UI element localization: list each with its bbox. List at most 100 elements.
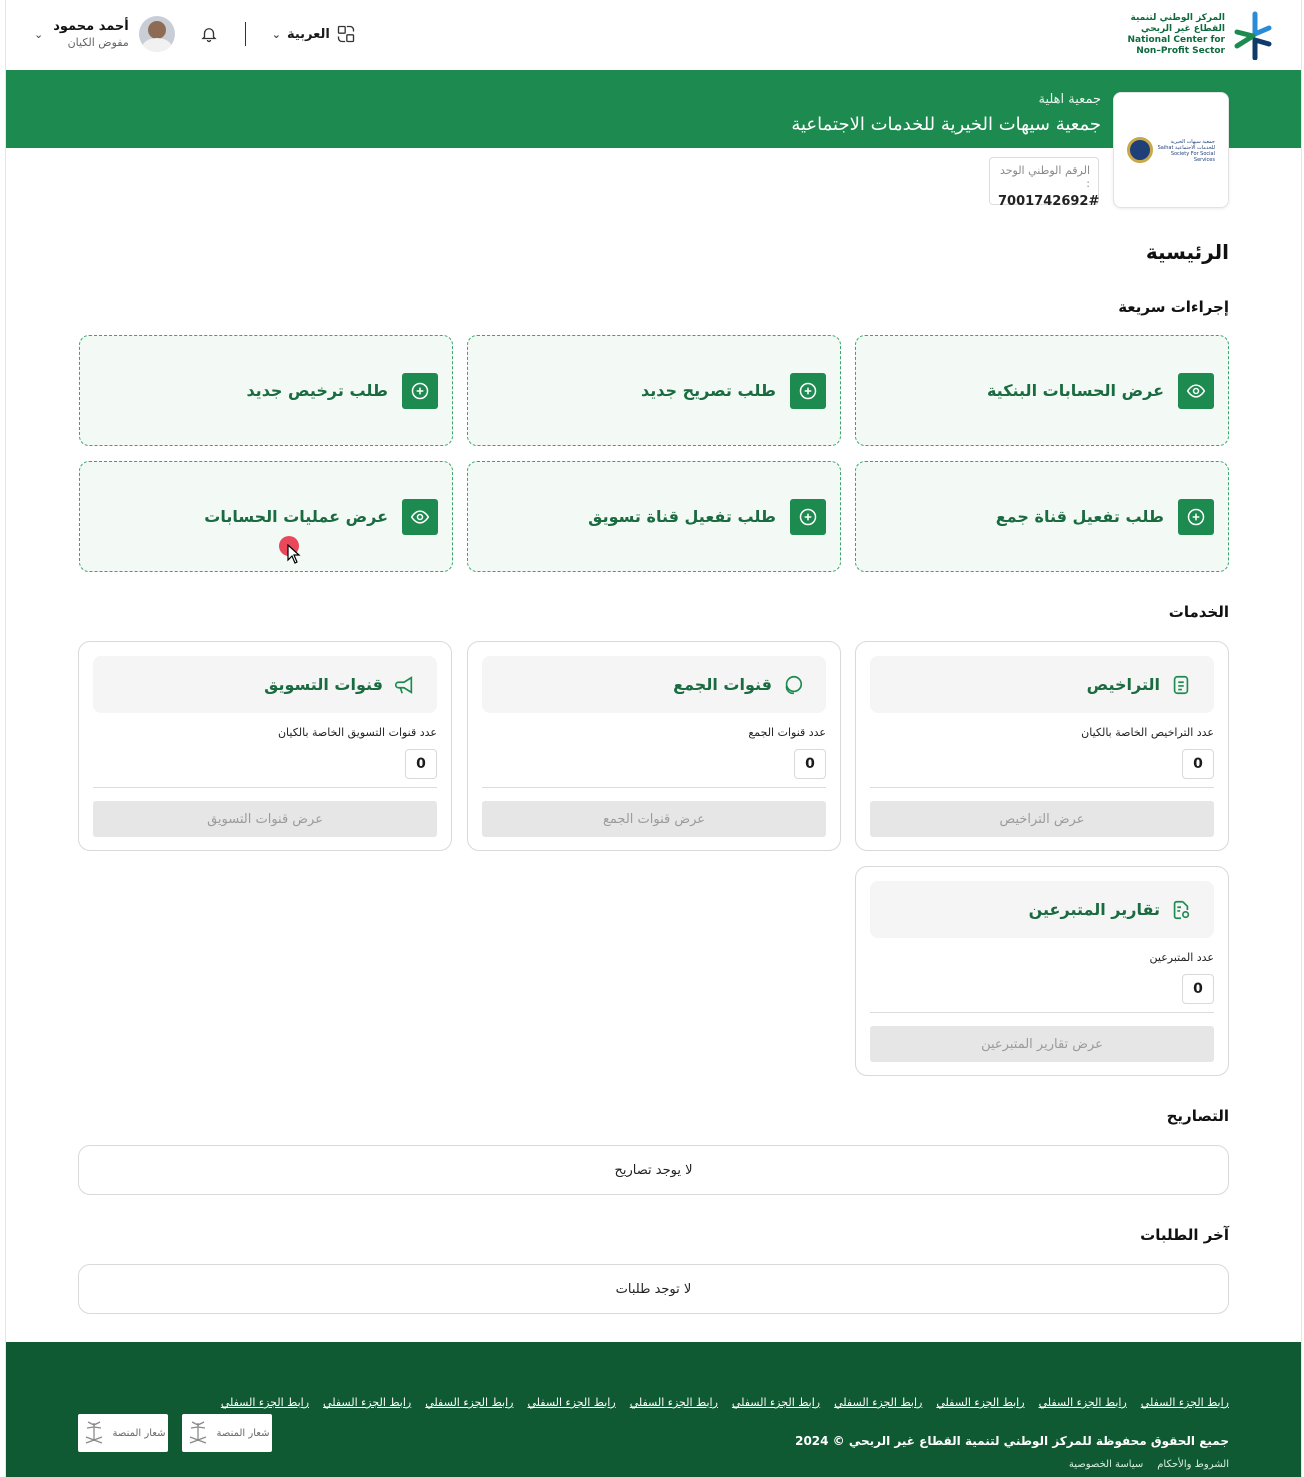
permits-empty-state: لا يوجد تصاريح [78,1145,1229,1195]
entity-name: جمعية سيهات الخيرية للخدمات الاجتماعية [791,114,1101,135]
divider [93,787,437,788]
user-name: أحمد محمود [53,19,129,34]
copyright: جميع الحقوق محفوظة للمركز الوطني لتنمية … [795,1434,1229,1448]
entity-logo: جمعية سيهات الخيرية للخدمات الاجتماعية S… [1113,92,1229,208]
avatar[interactable] [138,16,175,52]
quick-action-view-account-operations[interactable]: عرض عمليات الحسابات [79,461,453,572]
user-role: مفوض الكيان [67,36,129,49]
quick-action-label: طلب تفعيل قناة تسويق [588,507,776,526]
eye-icon [402,498,438,535]
quick-action-label: طلب تفعيل قناة جمع [995,507,1164,526]
palm-emblem-icon [189,1421,206,1444]
language-label: العربية [286,26,330,42]
plus-circle-icon [402,372,438,409]
view-collection-channels-button[interactable]: عرض قنوات الجمع [482,801,826,837]
service-count: 0 [1182,974,1214,1004]
quick-action-new-license[interactable]: طلب ترخيص جديد [79,335,453,446]
footer-link[interactable]: رابط الجزء السفلي [732,1396,820,1409]
palm-emblem-icon [85,1421,102,1444]
quick-actions-grid: عرض الحسابات البنكية طلب تصريح جديد طلب … [78,335,1229,572]
quick-actions-title: إجراءات سريعة [1118,298,1229,316]
megaphone-icon [394,675,413,694]
quick-action-label: عرض عمليات الحسابات [204,507,388,526]
entity-banner: جمعية اهلية جمعية سيهات الخيرية للخدمات … [6,70,1301,148]
footer-link[interactable]: رابط الجزء السفلي [221,1396,309,1409]
service-card-header: قنوات التسويق [93,656,437,713]
service-count-label: عدد التراخيص الخاصة بالكيان [1081,726,1214,739]
footer-link[interactable]: رابط الجزء السفلي [834,1396,922,1409]
entity-seal-icon [1127,137,1153,163]
footer-links: رابط الجزء السفلي رابط الجزء السفلي رابط… [221,1396,1229,1409]
service-card-header: تقارير المتبرعين [870,881,1214,938]
service-card-header: قنوات الجمع [482,656,826,713]
requests-empty-state: لا توجد طلبات [78,1264,1229,1314]
national-id-value: 7001742692# [998,194,1100,209]
permits-title: التصاريح [1166,1107,1229,1125]
services-title: الخدمات [1168,603,1229,621]
service-count-label: عدد قنوات الجمع [748,726,826,739]
entity-type: جمعية اهلية [1038,92,1101,107]
footer-link[interactable]: رابط الجزء السفلي [527,1396,615,1409]
chevron-down-icon: ⌄ [271,27,281,41]
bell-icon[interactable] [199,24,219,44]
footer-link[interactable]: رابط الجزء السفلي [936,1396,1024,1409]
translate-icon [337,25,354,43]
user-info[interactable]: أحمد محمود مفوض الكيان [53,19,129,49]
language-switcher[interactable]: ⌄ العربية [272,24,356,44]
service-card-donor-reports: تقارير المتبرعين عدد المتبرعين 0 عرض تقا… [855,866,1229,1076]
platform-badges: شعار المنصة شعار المنصة [78,1414,272,1452]
entity-logo-text: جمعية سيهات الخيرية للخدمات الاجتماعية S… [1157,139,1215,161]
platform-badge: شعار المنصة [78,1414,168,1452]
divider [482,787,826,788]
app-frame: المركز الوطني لتنمية القطاع غير الربحي N… [5,0,1302,1477]
quick-action-label: عرض الحسابات البنكية [986,381,1164,400]
quick-action-label: طلب تصريح جديد [641,381,776,400]
service-count-label: عدد قنوات التسويق الخاصة بالكيان [277,726,437,739]
footer: رابط الجزء السفلي رابط الجزء السفلي رابط… [6,1342,1301,1477]
service-card-marketing-channels: قنوات التسويق عدد قنوات التسويق الخاصة ب… [78,641,452,851]
service-card-licenses: التراخيص عدد التراخيص الخاصة بالكيان 0 ع… [855,641,1229,851]
report-icon [1173,900,1190,919]
privacy-link[interactable]: سياسة الخصوصية [1069,1459,1143,1470]
footer-link[interactable]: رابط الجزء السفلي [425,1396,513,1409]
quick-action-activate-collection-channel[interactable]: طلب تفعيل قناة جمع [855,461,1229,572]
national-id-box: الرقم الوطني الوحد : 7001742692# [989,157,1099,209]
service-title: قنوات الجمع [673,675,772,694]
quick-action-view-bank-accounts[interactable]: عرض الحسابات البنكية [855,335,1229,446]
requests-title: آخر الطلبات [1140,1226,1229,1244]
footer-link[interactable]: رابط الجزء السفلي [1039,1396,1127,1409]
plus-circle-icon [790,498,826,535]
eye-icon [1178,372,1214,409]
quick-action-activate-marketing-channel[interactable]: طلب تفعيل قناة تسويق [467,461,841,572]
terms-link[interactable]: الشروط والأحكام [1157,1459,1229,1470]
view-donor-reports-button[interactable]: عرض تقارير المتبرعين [870,1026,1214,1062]
legal-links: الشروط والأحكام سياسة الخصوصية [1069,1459,1229,1470]
document-list-icon [1173,675,1189,694]
divider [870,787,1214,788]
service-card-header: التراخيص [870,656,1214,713]
plus-circle-icon [790,372,826,409]
platform-badge-label: شعار المنصة [216,1427,270,1439]
header-actions: ⌄ أحمد محمود مفوض الكيان ⌄ العربية [34,16,356,52]
national-id-label: الرقم الوطني الوحد : [999,164,1090,190]
service-title: التراخيص [1086,675,1160,694]
footer-link[interactable]: رابط الجزء السفلي [323,1396,411,1409]
page-title: الرئيسية [1145,240,1229,264]
footer-link[interactable]: رابط الجزء السفلي [630,1396,718,1409]
quick-action-new-permit[interactable]: طلب تصريح جديد [467,335,841,446]
view-marketing-channels-button[interactable]: عرض قنوات التسويق [93,801,437,837]
view-licenses-button[interactable]: عرض التراخيص [870,801,1214,837]
divider [870,1012,1214,1013]
footer-link[interactable]: رابط الجزء السفلي [1141,1396,1229,1409]
service-title: تقارير المتبرعين [1028,900,1160,919]
platform-badge-label: شعار المنصة [112,1427,166,1439]
plus-circle-icon [1178,498,1214,535]
service-count-label: عدد المتبرعين [1149,951,1214,964]
service-card-collection-channels: قنوات الجمع عدد قنوات الجمع 0 عرض قنوات … [467,641,841,851]
brand-logo[interactable]: المركز الوطني لتنمية القطاع غير الربحي N… [1127,10,1273,61]
user-menu-chevron-icon[interactable]: ⌄ [34,28,43,41]
logo-mark-icon [1233,10,1273,61]
mouse-cursor-icon [287,544,301,564]
service-title: قنوات التسويق [264,675,383,694]
coins-icon [785,675,803,694]
